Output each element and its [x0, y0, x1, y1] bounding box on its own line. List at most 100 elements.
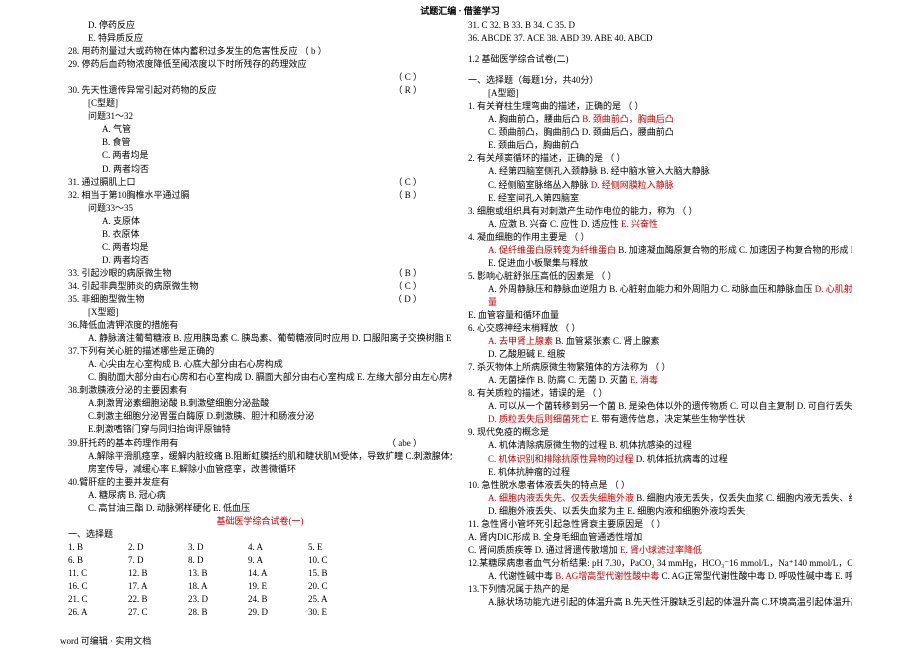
option-row: A. 肾内DIC形成 B. 全身毛细血管通透性增加: [468, 531, 852, 544]
type-label: [C型题]: [68, 97, 452, 110]
option-c: C. 两者均是: [68, 149, 452, 162]
option-row: A. 可以从一个菌转移到另一个菌 B. 是染色体以外的遗传物质 C. 可以自主复…: [468, 400, 852, 413]
answer-cell: 26. A: [68, 606, 128, 619]
question-37: 37.下列有关心脏的描述哪些是正确的: [68, 345, 452, 358]
option-row: E. 颈曲后凸，胸曲前凸: [468, 139, 852, 152]
answer-cell: 29. D: [248, 606, 308, 619]
answer-cell: 13. B: [188, 567, 248, 580]
answer-cell: 3. D: [188, 541, 248, 554]
option-row: D. 细胞外液丢失、以丢失血浆为主 E. 细胞内液和细胞外液均丢失: [468, 505, 852, 518]
answer-cell: 23. D: [188, 593, 248, 606]
question-1: 1. 有关脊柱生理弯曲的描述，正确的是 （ ）: [468, 100, 852, 113]
answer-cell: 17. A: [128, 580, 188, 593]
answer-cell: 30. E: [308, 606, 368, 619]
question-34: 34. 引起非典型肺炎的病原微生物（ C ）: [68, 280, 452, 293]
q-text: 31. 通过膈肌上口: [68, 176, 136, 189]
answer-bracket: （ C ）: [393, 280, 452, 293]
option-row: C. 经侧脑室脉络丛入静脉 D. 经侧网膜粒入静脉: [468, 179, 852, 192]
question-4: 4. 凝血细胞的作用主要是 （ ）: [468, 231, 852, 244]
option-row: D. 质粒丢失后则细菌死亡 E. 带有遗传信息，决定某些生物学性状: [468, 413, 852, 426]
option-row: A. 胸曲前凸，腰曲后凸 B. 颈曲前凸，胸曲后凸: [468, 113, 852, 126]
option-row: E. 血管容量和循环血量: [468, 309, 852, 322]
answer-cell: 28. B: [188, 606, 248, 619]
answer-cell: 25. A: [308, 593, 368, 606]
answer-cell: 11. C: [68, 567, 128, 580]
answer-row: 1. B2. D3. D4. A5. E: [68, 541, 452, 554]
answer-highlight: E. 肾小球滤过率降低: [620, 545, 702, 555]
question-3: 3. 细胞或组织具有对刺激产生动作电位的能力，称为 （ ）: [468, 205, 852, 218]
option-row: A. 糖尿病 B. 冠心病: [68, 489, 452, 502]
option-d: D. 两者均否: [68, 254, 452, 267]
option-row: A.解除平滑肌痉挛，缓解内脏绞痛 B.阻断虹膜括约肌和睫状肌M受体，导致扩瞳 C…: [68, 450, 452, 463]
answer-cell: 6. B: [68, 554, 128, 567]
question-33: 33. 引起沙眼的病原微生物（ B ）: [68, 267, 452, 280]
question-6: 6. 心交感神经末梢释放 （ ）: [468, 322, 852, 335]
answer-line: 36. ABCDE 37. ACE 38. ABD 39. ABE 40. AB…: [468, 32, 852, 45]
answer-cell: 8. D: [188, 554, 248, 567]
answer-row: 26. A27. C28. B29. D30. E: [68, 606, 452, 619]
answer-bracket: （ abe ）: [387, 437, 452, 450]
text-line: E. 特异质反应: [68, 32, 452, 45]
section-title: 1.2 基础医学综合试卷(二): [468, 53, 852, 66]
content-container: D. 停药反应 E. 特异质反应 28. 用药剂量过大或药物在体内蓄积过多发生的…: [0, 19, 920, 619]
answer-cell: 2. D: [128, 541, 188, 554]
option-row: C. 颈曲前凸，胸曲前凸 D. 颈曲后凸，腰曲前凸: [468, 126, 852, 139]
q-text: 32. 相当于第10胸椎水平通过膈: [68, 189, 190, 202]
question-35: 35. 非细胞型微生物（ D ）: [68, 293, 452, 306]
answer-highlight: C. 机体识别和排除抗原性异物的过程: [488, 454, 634, 464]
option-row: E. 经室间孔入第四脑室: [468, 192, 852, 205]
option-row: A. 代谢性碱中毒 B. AG增高型代谢性酸中毒 C. AG正常型代谢性酸中毒 …: [468, 570, 852, 583]
answer-bracket: （ B ）: [393, 189, 452, 202]
question-13: 13.下列情况属于热产的是: [468, 583, 852, 596]
option-cont: 量: [468, 296, 852, 309]
q-text: 30. 先天性遗传异常引起对药物的反应: [68, 84, 217, 97]
option-row: C. 肾间质质疾等 D. 通过肾遗传散增加 E. 肾小球滤过率降低: [468, 544, 852, 557]
option-row: E. 促进血小板聚集与释放: [468, 257, 852, 270]
option-row: E.刺激嗜铬门穿与同归抬询评原铀特: [68, 423, 452, 436]
answer-highlight: B. AG增高型代谢性酸中毒: [555, 571, 659, 581]
question-39: 39.肝托药的基本药理作用有 （ abe ）: [68, 437, 452, 450]
option-row: A. 细胞内液丢失先、仅丢失细胞外液 B. 细胞内液无丢失，仅丢失血浆 C. 细…: [468, 492, 852, 505]
answer-highlight: E. 兴奋性: [621, 219, 658, 229]
q-text: 39.肝托药的基本药理作用有: [68, 437, 178, 450]
answer-cell: 18. A: [188, 580, 248, 593]
answer-cell: 15. B: [308, 567, 368, 580]
select-label: 一、选择题（每题1分，共40分）: [468, 74, 852, 87]
answer-highlight: D. 经侧网膜粒入静脉: [591, 180, 674, 190]
option-row: C. 机体识别和排除抗原性异物的过程 D. 机体抵抗病毒的过程: [468, 453, 852, 466]
option-row: A. 去甲肾上腺素 B. 血管紧张素 C. 肾上腺素: [468, 335, 852, 348]
answer-cell: 21. C: [68, 593, 128, 606]
answers-grid: 1. B2. D3. D4. A5. E6. B7. D8. D9. A10. …: [68, 541, 452, 619]
question-31: 31. 通过膈肌上口（ C ）: [68, 176, 452, 189]
answer-cell: 14. A: [248, 567, 308, 580]
option-a: A. 气管: [68, 123, 452, 136]
option-row: A. 促纤维蛋白原转变为纤维蛋白 B. 加速凝血酶原复合物的形成 C. 加速因子…: [468, 244, 852, 257]
question-11: 11. 急性肾小管坏死引起急性肾衰主要原因是 （ ）: [468, 518, 852, 531]
question-label: 问题31～32: [68, 110, 452, 123]
answer-row: 11. C12. B13. B14. A15. B: [68, 567, 452, 580]
left-column: D. 停药反应 E. 特异质反应 28. 用药剂量过大或药物在体内蓄积过多发生的…: [60, 19, 460, 619]
question-29: 29. 停药后血药物浓度降低至阈浓度以下时所残存的药理效应: [68, 58, 452, 71]
question-7: 7. 杀灭物体上所病原微生物繁殖体的方法称为 （ ）: [468, 361, 852, 374]
option-b: B. 衣原体: [68, 228, 452, 241]
spacer: [468, 45, 852, 53]
right-column: 31. C 32. B 33. B 34. C 35. D 36. ABCDE …: [460, 19, 860, 619]
option-row: C. 胸肋面大部分由右心房和右心室构成 D. 膈面大部分由右心室构成 E. 左缘…: [68, 371, 452, 384]
answer-highlight: A. 细胞内液丢失先、仅丢失细胞外液: [488, 493, 634, 503]
text-line: D. 停药反应: [68, 19, 452, 32]
option-row: D. 乙酸胆碱 E. 组胺: [468, 348, 852, 361]
question-32: 32. 相当于第10胸椎水平通过膈 （ B ）: [68, 189, 452, 202]
answer-cell: 4. A: [248, 541, 308, 554]
option-b: B. 食管: [68, 136, 452, 149]
page-footer: word 可编辑 · 实用文档: [60, 634, 151, 647]
option-a: A. 支原体: [68, 215, 452, 228]
question-36: 36.降低血清钾浓度的措施有: [68, 319, 452, 332]
page-header: 试题汇编 · 借鉴学习: [0, 0, 920, 19]
answer-row: 16. C17. A18. A19. E20. C: [68, 580, 452, 593]
question-5: 5. 影响心脏舒张压高低的因素是 （ ）: [468, 270, 852, 283]
question-10: 10. 急性脱水患者体液丢失的特点是 （ ）: [468, 479, 852, 492]
option-row: A. 静脉滴注葡萄糖液 B. 应用胰岛素 C. 胰岛素、葡萄糖液同时应用 D. …: [68, 332, 452, 345]
option-row: A. 应激 B. 兴奋 C. 应性 D. 适应性 E. 兴奋性: [468, 218, 852, 231]
answer-highlight: D. 质粒丢失后则细菌死亡: [488, 414, 589, 424]
option-row: A. 无菌操作 B. 防腐 C. 无菌 D. 灭菌 E. 消毒: [468, 374, 852, 387]
